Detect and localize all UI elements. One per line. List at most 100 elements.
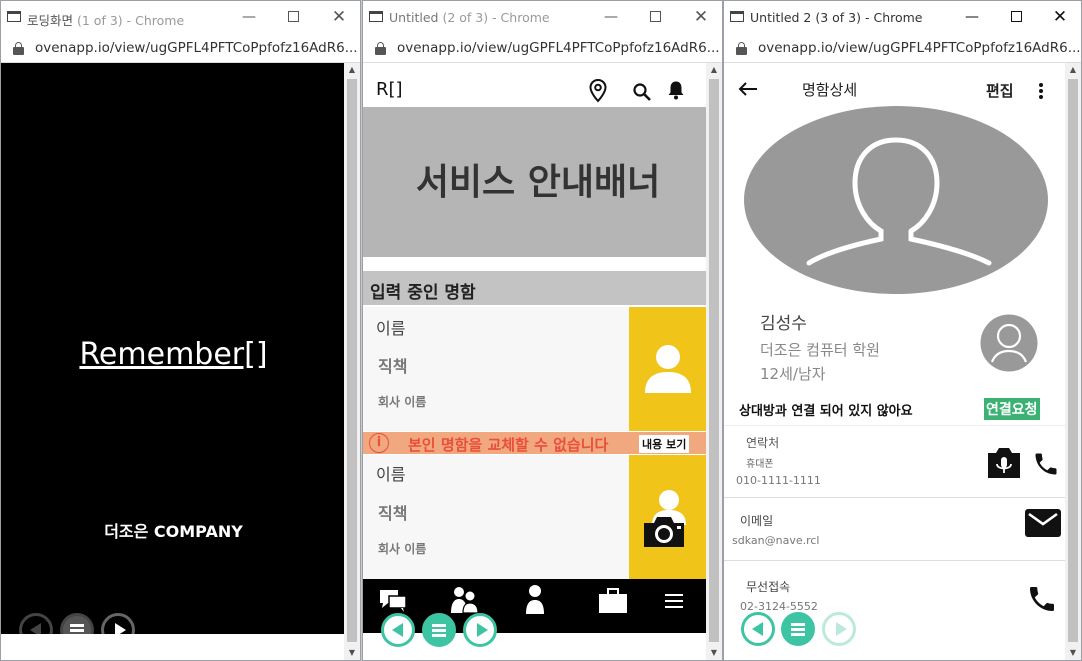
- minimize-icon[interactable]: —: [962, 7, 982, 27]
- card-detail-screen: 명함상세 편집 김성수 더조은 컴퓨터 학원 12세/남자 상대방과 연결 되어…: [724, 63, 1067, 660]
- window-title-suffix: (2 of 3) - Chrome: [442, 10, 550, 25]
- card-name-label: 이름: [376, 465, 406, 484]
- scroll-thumb[interactable]: [347, 79, 357, 642]
- contact-label: 연락처: [746, 436, 780, 450]
- address-bar[interactable]: ovenapp.io/view/ugGPFL4PFTCoPpfofz16AdR6…: [724, 35, 1081, 63]
- title-bar[interactable]: 로딩화면 (1 of 3) - Chrome — ✕: [1, 1, 360, 35]
- company-name: 더조은 COMPANY: [104, 522, 243, 541]
- warning-text: 본인 명함을 교체할 수 없습니다: [408, 436, 609, 454]
- app-logo[interactable]: R[]: [376, 79, 403, 100]
- window-title: 로딩화면 (1 of 3) - Chrome: [27, 10, 184, 29]
- title-bar[interactable]: Untitled (2 of 3) - Chrome — ✕: [363, 1, 722, 35]
- close-icon[interactable]: ✕: [691, 7, 711, 27]
- browser-window-loading: 로딩화면 (1 of 3) - Chrome — ✕ ovenapp.io/vi…: [0, 0, 361, 661]
- window-title-text: Untitled: [389, 10, 439, 25]
- card-company-label: 회사 이름: [378, 395, 427, 409]
- window-icon: [7, 11, 21, 22]
- scroll-up-icon[interactable]: ▲: [706, 63, 722, 77]
- person-icon: [645, 345, 691, 393]
- scroll-down-icon[interactable]: ▼: [706, 646, 722, 660]
- view-content-button[interactable]: 내용 보기: [639, 435, 690, 453]
- window-title-suffix: (1 of 3) - Chrome: [77, 13, 185, 28]
- minimize-icon[interactable]: —: [601, 7, 621, 27]
- browser-window-detail: Untitled 2 (3 of 3) - Chrome — ✕ ovenapp…: [723, 0, 1082, 661]
- scrollbar[interactable]: ▲ ▼: [344, 63, 360, 660]
- scrollbar[interactable]: ▲ ▼: [1065, 63, 1081, 660]
- lock-icon: [375, 42, 386, 55]
- email-value: sdkan@nave.rcl: [732, 534, 820, 547]
- card-photo-slot-2[interactable]: [629, 455, 706, 579]
- bell-icon[interactable]: [667, 80, 685, 100]
- home-screen: R[] 서비스 안내배너 입력 중인 명함 이름 직책 회사 이름 i 본인 명…: [363, 63, 708, 660]
- voice-record-icon[interactable]: [986, 447, 1022, 479]
- camera-icon[interactable]: [641, 515, 687, 549]
- maximize-icon[interactable]: [283, 7, 303, 27]
- maximize-icon[interactable]: [1006, 7, 1026, 27]
- app-logo-text[interactable]: Remember[]: [1, 337, 346, 372]
- url-text[interactable]: ovenapp.io/view/ugGPFL4PFTCoPpfofz16AdR6…: [397, 40, 720, 56]
- person-name: 김성수: [760, 314, 807, 334]
- scroll-down-icon[interactable]: ▼: [344, 646, 360, 660]
- url-text[interactable]: ovenapp.io/view/ugGPFL4PFTCoPpfofz16AdR6…: [35, 40, 358, 56]
- contact-number: 010-1111-1111: [736, 474, 821, 487]
- phone-icon[interactable]: [1026, 583, 1058, 615]
- address-bar[interactable]: ovenapp.io/view/ugGPFL4PFTCoPpfofz16AdR6…: [363, 35, 722, 63]
- window-icon: [369, 11, 383, 22]
- address-bar[interactable]: ovenapp.io/view/ugGPFL4PFTCoPpfofz16AdR6…: [1, 35, 360, 63]
- phone-icon[interactable]: [1032, 450, 1060, 478]
- minimize-icon[interactable]: —: [239, 7, 259, 27]
- more-vertical-icon[interactable]: [1038, 82, 1044, 100]
- bottom-white-strip: [1, 634, 346, 660]
- loading-screen: Remember[] 더조은 COMPANY: [1, 63, 346, 660]
- title-bar[interactable]: Untitled 2 (3 of 3) - Chrome — ✕: [724, 1, 1081, 35]
- chat-icon[interactable]: [379, 588, 407, 612]
- back-arrow-icon[interactable]: [738, 81, 758, 97]
- briefcase-icon[interactable]: [598, 588, 628, 614]
- card-company-label: 회사 이름: [378, 542, 427, 556]
- search-icon[interactable]: [633, 83, 651, 101]
- email-section: [724, 497, 1067, 561]
- url-text[interactable]: ovenapp.io/view/ugGPFL4PFTCoPpfofz16AdR6…: [758, 40, 1081, 56]
- maximize-icon[interactable]: [645, 7, 665, 27]
- menu-button[interactable]: [422, 613, 456, 647]
- scroll-thumb[interactable]: [709, 79, 719, 642]
- location-pin-icon[interactable]: [589, 79, 607, 103]
- close-icon[interactable]: ✕: [329, 7, 349, 27]
- window-title-suffix: (3 of 3) - Chrome: [815, 10, 923, 25]
- next-button[interactable]: [463, 613, 497, 647]
- scroll-thumb[interactable]: [1068, 79, 1078, 642]
- card-position-label: 직책: [378, 504, 408, 523]
- menu-button[interactable]: [781, 612, 815, 646]
- prev-button[interactable]: [741, 612, 775, 646]
- card-name-label: 이름: [376, 319, 406, 338]
- email-label: 이메일: [740, 514, 774, 528]
- avatar-small[interactable]: [980, 314, 1038, 372]
- next-button[interactable]: [822, 612, 856, 646]
- person-organization: 더조은 컴퓨터 학원: [760, 341, 880, 359]
- warning-info-icon: i: [369, 433, 389, 453]
- browser-window-home: Untitled (2 of 3) - Chrome — ✕ ovenapp.i…: [362, 0, 723, 661]
- window-title-text: 로딩화면: [27, 13, 74, 28]
- person-age-gender: 12세/남자: [760, 365, 826, 383]
- contacts-group-icon[interactable]: [449, 585, 481, 613]
- banner-text: 서비스 안내배너: [415, 162, 661, 203]
- window-title: Untitled (2 of 3) - Chrome: [389, 10, 550, 25]
- profile-photo-placeholder[interactable]: [743, 105, 1049, 295]
- window-title-text: Untitled 2: [750, 10, 812, 25]
- close-icon[interactable]: ✕: [1050, 7, 1070, 27]
- scroll-up-icon[interactable]: ▲: [344, 63, 360, 77]
- connect-request-button[interactable]: 연결요청: [984, 398, 1040, 420]
- scroll-down-icon[interactable]: ▼: [1065, 646, 1081, 660]
- profile-icon[interactable]: [525, 584, 545, 614]
- window-icon: [730, 11, 744, 22]
- scroll-up-icon[interactable]: ▲: [1065, 63, 1081, 77]
- contact-type: 휴대폰: [746, 459, 774, 470]
- scrollbar[interactable]: ▲ ▼: [706, 63, 722, 660]
- card-photo-slot-1[interactable]: [629, 307, 706, 431]
- prev-button[interactable]: [381, 613, 415, 647]
- mail-icon[interactable]: [1025, 509, 1061, 537]
- hamburger-menu-icon[interactable]: [665, 594, 683, 608]
- wireless-number: 02-3124-5552: [740, 600, 818, 613]
- section-title: 입력 중인 명함: [370, 283, 476, 303]
- edit-button[interactable]: 편집: [986, 80, 1014, 101]
